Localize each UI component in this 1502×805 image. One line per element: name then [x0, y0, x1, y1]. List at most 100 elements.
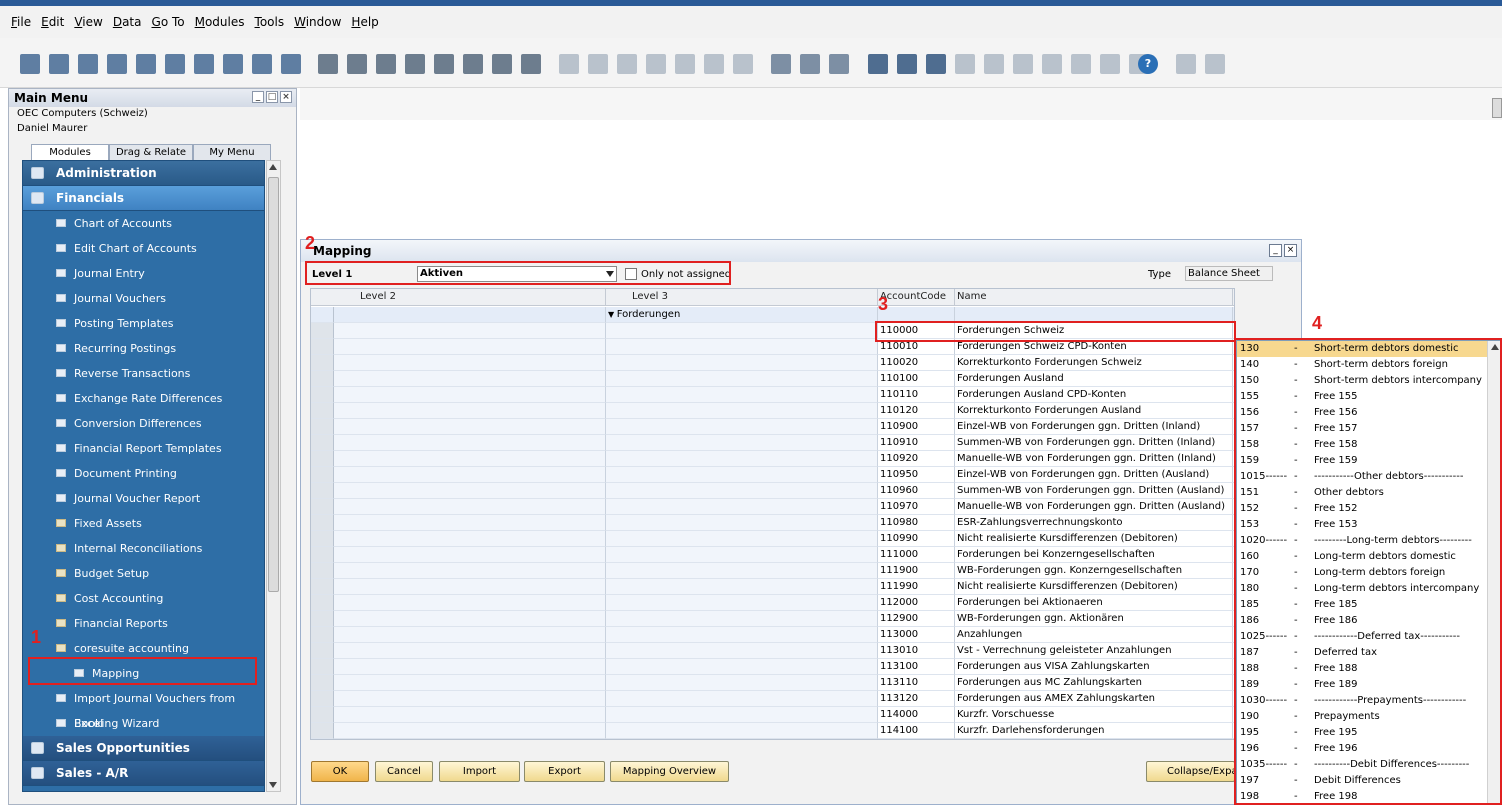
import-button[interactable]: Import	[439, 761, 520, 782]
edit-icon[interactable]	[771, 54, 791, 74]
copy-icon[interactable]	[1042, 54, 1062, 74]
table-row[interactable]: 111900 WB-Forderungen ggn. Konzerngesells…	[311, 563, 1234, 579]
grid-icon[interactable]	[984, 54, 1004, 74]
forward-icon[interactable]	[1100, 54, 1120, 74]
table-row[interactable]: 113010 Vst - Verrechnung geleisteter Anza…	[311, 643, 1234, 659]
minimize-icon[interactable]: _	[1269, 244, 1282, 257]
print-icon[interactable]	[49, 54, 69, 74]
menu-item-posting-templates[interactable]: Posting Templates	[23, 311, 264, 336]
help-icon[interactable]: ?	[1138, 54, 1158, 74]
table-row[interactable]: 110990 Nicht realisierte Kursdifferenzen …	[311, 531, 1234, 547]
minimize-icon[interactable]: _	[252, 91, 264, 103]
navigate-icon[interactable]	[252, 54, 272, 74]
database-icon[interactable]	[829, 54, 849, 74]
collapse-expand-button[interactable]: Collapse/Expan	[1146, 761, 1235, 782]
table-row[interactable]: 111000 Forderungen bei Konzerngesellschaf…	[311, 547, 1234, 563]
restore-icon[interactable]	[1205, 54, 1225, 74]
mail-icon[interactable]	[897, 54, 917, 74]
window-icon[interactable]	[1176, 54, 1196, 74]
first-record-icon[interactable]	[376, 54, 396, 74]
cancel-button[interactable]: Cancel	[375, 761, 433, 782]
scroll-down-icon[interactable]	[269, 782, 277, 788]
table-row[interactable]: 113000 Anzahlungen	[311, 627, 1234, 643]
table-row[interactable]: 110100 Forderungen Ausland	[311, 371, 1234, 387]
lock-icon[interactable]	[281, 54, 301, 74]
base-doc-icon[interactable]	[559, 54, 579, 74]
gear-doc-icon[interactable]	[800, 54, 820, 74]
table-row[interactable]: 113110 Forderungen aus MC Zahlungskarten	[311, 675, 1234, 691]
menu-file[interactable]: File	[11, 15, 31, 29]
section-administration[interactable]: Administration	[23, 161, 264, 186]
menu-item-reverse-transactions[interactable]: Reverse Transactions	[23, 361, 264, 386]
table-row[interactable]: 111990 Nicht realisierte Kursdifferenzen …	[311, 579, 1234, 595]
menu-item-journal-voucher-report[interactable]: Journal Voucher Report	[23, 486, 264, 511]
menu-item-budget-setup[interactable]: Budget Setup	[23, 561, 264, 586]
menu-item-import-journal-vouchers[interactable]: Import Journal Vouchers from Excel	[23, 686, 264, 730]
table-row[interactable]: 110020 Korrekturkonto Forderungen Schweiz	[311, 355, 1234, 371]
column-header[interactable]: AccountCode	[878, 289, 955, 306]
table-row[interactable]: 110920 Manuelle-WB von Forderungen ggn. D…	[311, 451, 1234, 467]
column-header[interactable]: Level 3	[606, 289, 878, 306]
menu-go-to[interactable]: Go To	[152, 15, 185, 29]
alert-icon[interactable]	[868, 54, 888, 74]
target-doc-icon[interactable]	[588, 54, 608, 74]
tab-modules[interactable]: Modules	[31, 144, 109, 161]
menu-item-journal-vouchers[interactable]: Journal Vouchers	[23, 286, 264, 311]
last-record-icon[interactable]	[463, 54, 483, 74]
table-row[interactable]: 110970 Manuelle-WB von Forderungen ggn. D…	[311, 499, 1234, 515]
excel-icon[interactable]	[165, 54, 185, 74]
new-icon[interactable]	[347, 54, 367, 74]
mapping-overview-button[interactable]: Mapping Overview	[610, 761, 729, 782]
table-row[interactable]: 112900 WB-Forderungen ggn. Aktionären	[311, 611, 1234, 627]
collapse-arrow-icon[interactable]: ▼	[608, 310, 617, 319]
calendar-icon[interactable]	[926, 54, 946, 74]
menu-item-fixed-assets[interactable]: Fixed Assets	[23, 511, 264, 536]
menu-modules[interactable]: Modules	[195, 15, 245, 29]
table-row[interactable]: 110910 Summen-WB von Forderungen ggn. Dri…	[311, 435, 1234, 451]
cloud-icon[interactable]	[1013, 54, 1033, 74]
menu-item-chart-of-accounts[interactable]: Chart of Accounts	[23, 211, 264, 236]
close-icon[interactable]: ×	[1284, 244, 1297, 257]
table-row[interactable]: 110960 Summen-WB von Forderungen ggn. Dri…	[311, 483, 1234, 499]
print-preview-icon[interactable]	[20, 54, 40, 74]
table-row[interactable]: 114000 Kurzfr. Vorschuesse	[311, 707, 1234, 723]
export-button[interactable]: Export	[524, 761, 605, 782]
table-row[interactable]: 110900 Einzel-WB von Forderungen ggn. Dri…	[311, 419, 1234, 435]
table-row[interactable]: 110110 Forderungen Ausland CPD-Konten	[311, 387, 1234, 403]
table-row[interactable]: 110950 Einzel-WB von Forderungen ggn. Dri…	[311, 467, 1234, 483]
export-icon[interactable]	[107, 54, 127, 74]
menu-edit[interactable]: Edit	[41, 15, 64, 29]
find-icon[interactable]	[318, 54, 338, 74]
menu-tools[interactable]: Tools	[255, 15, 285, 29]
next-icon[interactable]	[434, 54, 454, 74]
menu-item-cost-accounting[interactable]: Cost Accounting	[23, 586, 264, 611]
filter-icon[interactable]	[492, 54, 512, 74]
tab-my-menu[interactable]: My Menu	[193, 144, 271, 161]
menu-help[interactable]: Help	[351, 15, 378, 29]
table-row[interactable]: 113120 Forderungen aus AMEX Zahlungskarte…	[311, 691, 1234, 707]
side-scroll-handle[interactable]	[1492, 98, 1502, 118]
send-icon[interactable]	[78, 54, 98, 74]
settings-icon[interactable]	[675, 54, 695, 74]
close-icon[interactable]: ×	[280, 91, 292, 103]
refresh-icon[interactable]	[1071, 54, 1091, 74]
column-header[interactable]: Class	[1233, 289, 1234, 306]
menu-data[interactable]: Data	[113, 15, 142, 29]
menu-item-journal-entry[interactable]: Journal Entry	[23, 261, 264, 286]
table-row[interactable]: 114100 Kurzfr. Darlehensforderungen	[311, 723, 1234, 739]
section-sales-ar[interactable]: Sales - A/R	[23, 761, 264, 786]
word-icon[interactable]	[194, 54, 214, 74]
menu-item-exchange-rate-differences[interactable]: Exchange Rate Differences	[23, 386, 264, 411]
menu-item-conversion-differences[interactable]: Conversion Differences	[23, 411, 264, 436]
menu-view[interactable]: View	[74, 15, 102, 29]
menu-item-document-printing[interactable]: Document Printing	[23, 461, 264, 486]
scroll-up-icon[interactable]	[269, 164, 277, 170]
fax-icon[interactable]	[136, 54, 156, 74]
user-icon[interactable]	[646, 54, 666, 74]
tab-drag-relate[interactable]: Drag & Relate	[109, 144, 193, 161]
main-menu-scrollbar[interactable]	[266, 160, 281, 792]
section-sales-opportunities[interactable]: Sales Opportunities	[23, 736, 264, 761]
menu-item-booking-wizard[interactable]: Booking Wizard	[23, 711, 264, 736]
book-icon[interactable]	[704, 54, 724, 74]
ok-button[interactable]: OK	[311, 761, 369, 782]
